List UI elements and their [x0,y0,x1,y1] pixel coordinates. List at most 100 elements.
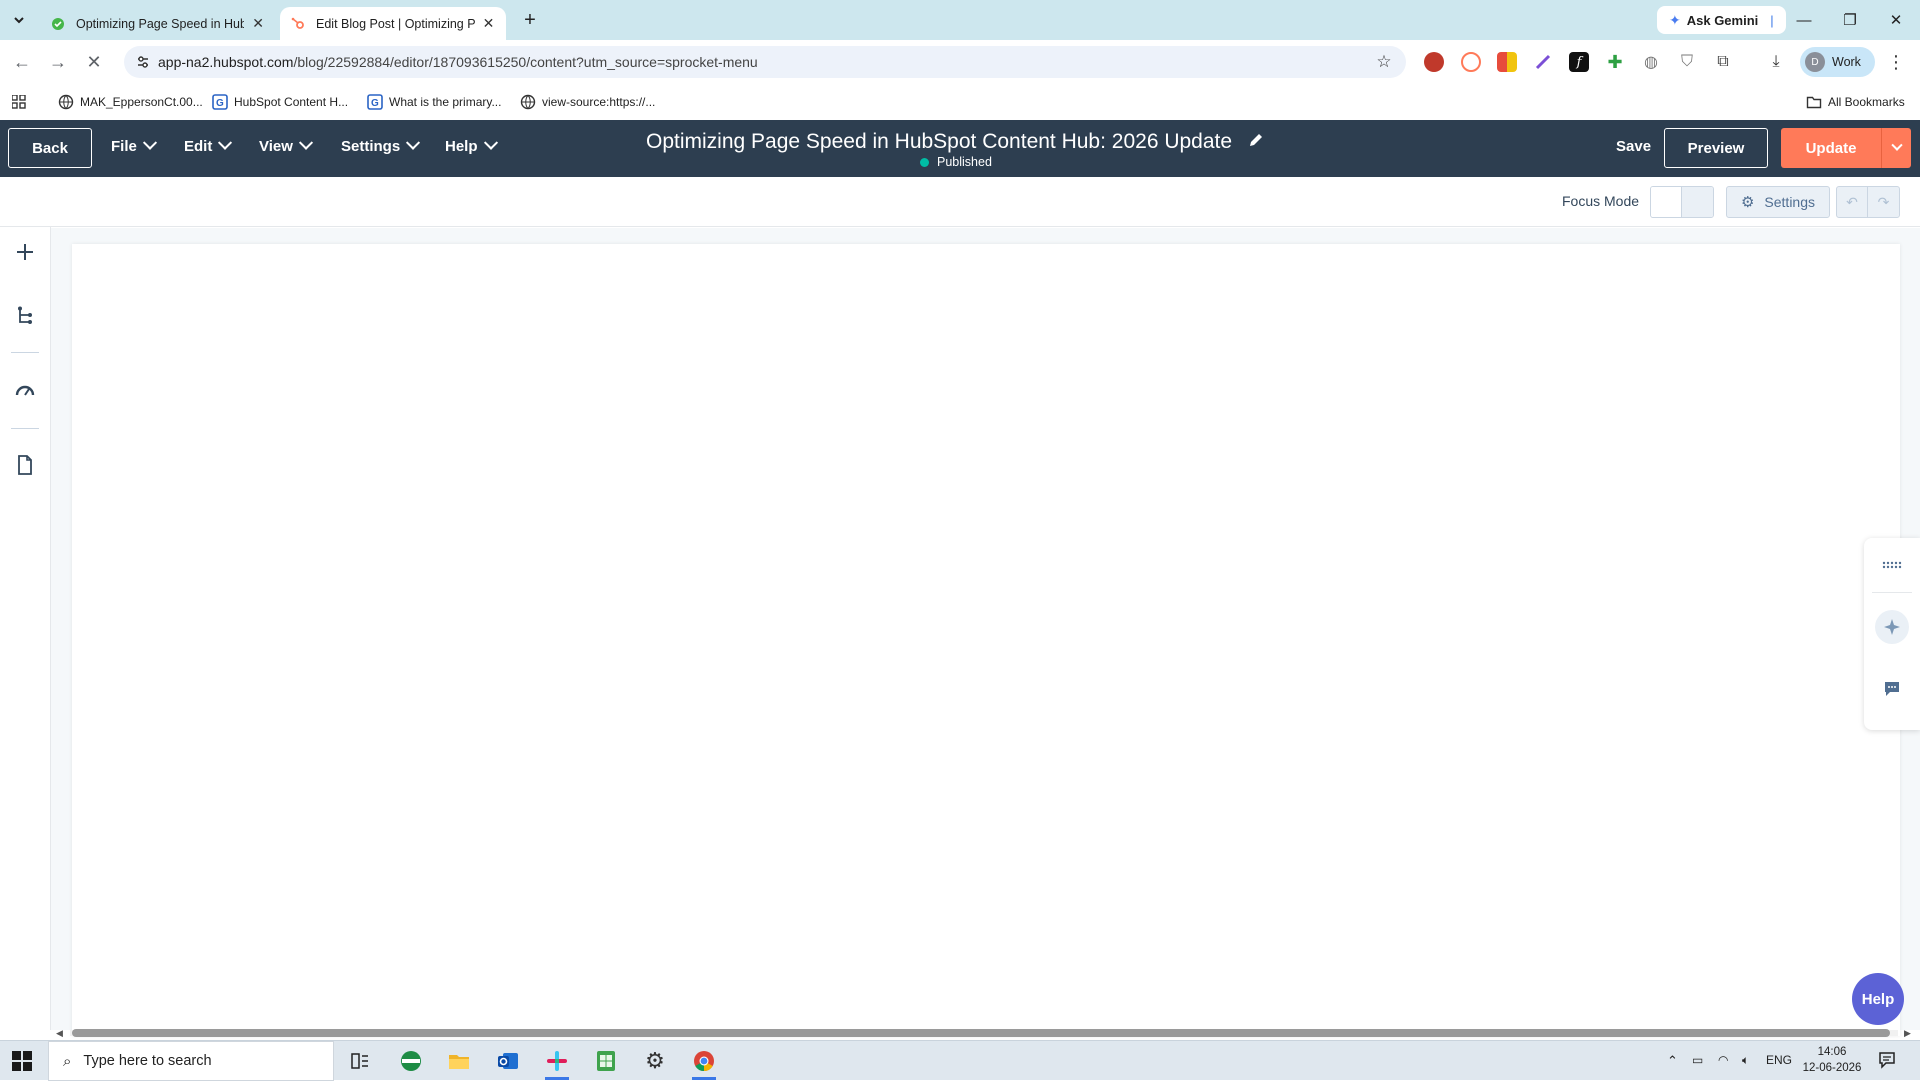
menu-edit[interactable]: Edit [184,135,233,155]
taskbar-search-input[interactable]: ⌕ Type here to search [48,1041,334,1081]
plus-extension-icon[interactable]: ✚ [1605,52,1625,72]
font-extension-icon[interactable]: f [1569,52,1589,72]
windows-start-icon[interactable] [12,1051,32,1071]
tab-title: Optimizing Page Speed in HubSpot Content… [76,16,245,31]
menu-label: Settings [341,138,401,155]
scroll-left-arrow-icon[interactable]: ◀ [56,1028,63,1039]
help-button[interactable]: Help [1852,973,1904,1025]
scrollbar-thumb[interactable] [72,1029,1890,1037]
undo-icon[interactable]: ↶ [1837,187,1869,217]
update-options-button[interactable] [1881,128,1911,168]
hubspot-sprocket-favicon-icon [291,17,304,29]
address-bar[interactable]: app-na2.hubspot.com/blog/22592884/editor… [124,46,1406,78]
edge-browser-icon[interactable] [397,1047,425,1075]
menu-settings[interactable]: Settings [341,135,421,155]
all-bookmarks[interactable]: All Bookmarks [1806,92,1905,112]
bookmark-label: What is the primary... [389,95,502,109]
language-indicator[interactable]: ENG [1766,1053,1792,1067]
comment-icon[interactable] [1880,677,1904,701]
sheets-app-icon[interactable] [592,1047,620,1075]
right-floating-rail [1864,538,1920,730]
scroll-right-arrow-icon[interactable]: ▶ [1904,1028,1911,1039]
bookmark-item[interactable]: view-source:https://... [520,92,655,112]
network-icon[interactable]: ◠ [1718,1053,1728,1067]
edit-title-pencil-icon[interactable] [1248,132,1266,150]
extension-icon[interactable] [1497,52,1517,72]
extension-icon[interactable] [1424,52,1444,72]
stop-loading-icon[interactable]: ✕ [82,50,106,74]
close-tab-icon[interactable]: ✕ [481,15,496,32]
shield-extension-icon[interactable]: ⛉ [1677,52,1697,72]
download-icon[interactable]: ⤓ [1766,52,1786,72]
horizontal-scrollbar[interactable]: ◀ ▶ [56,1028,1912,1038]
focus-mode-toggle[interactable] [1650,186,1714,218]
optimize-speedometer-icon[interactable] [13,378,37,402]
published-dot [920,157,929,167]
tab-search-button[interactable] [7,8,31,32]
file-explorer-icon[interactable] [445,1047,473,1075]
close-window-icon[interactable]: ✕ [1884,8,1908,32]
bookmark-item[interactable]: G What is the primary... [367,92,501,112]
tray-chevron-up-icon[interactable]: ⌃ [1667,1053,1678,1069]
slack-icon[interactable] [543,1047,571,1080]
update-button[interactable]: Update [1781,128,1881,168]
ask-gemini-button[interactable]: ✦ Ask Gemini | [1657,6,1786,34]
browser-tab-strip: Optimizing Page Speed in HubSpot Content… [0,0,1920,40]
battery-icon[interactable]: ▭ [1692,1053,1703,1067]
back-arrow-icon[interactable]: ← [10,50,34,74]
volume-icon[interactable]: 🔈︎ [1742,1053,1749,1068]
menu-label: Edit [184,138,213,155]
redo-icon[interactable]: ↷ [1868,187,1899,217]
globe-extension-icon[interactable]: ◍ [1641,52,1661,72]
chrome-icon[interactable] [690,1047,718,1080]
browser-tab-blog-post[interactable]: Optimizing Page Speed in HubSpot Content… [40,7,276,40]
menu-view[interactable]: View [259,135,313,155]
bookmark-item[interactable]: G HubSpot Content H... [212,92,348,112]
clock[interactable]: 14:06 12-06-2026 [1800,1044,1864,1076]
notifications-icon[interactable] [1878,1051,1896,1072]
task-view-icon[interactable] [346,1047,374,1075]
bookmark-item[interactable]: MAK_EppersonCt.00... [58,92,203,112]
menu-file[interactable]: File [111,135,157,155]
chevron-down-icon [406,135,421,150]
chevron-down-icon [14,17,24,24]
menu-label: View [259,138,293,155]
forward-arrow-icon[interactable]: → [46,50,70,74]
globe-icon [58,94,74,110]
pen-extension-icon[interactable] [1533,52,1553,72]
document-icon[interactable] [13,453,37,477]
profile-button[interactable]: D Work [1800,47,1875,77]
ask-gemini-label: Ask Gemini [1686,12,1759,28]
preview-button[interactable]: Preview [1664,128,1768,168]
drag-handle-icon[interactable] [1880,553,1904,577]
close-tab-icon[interactable]: ✕ [250,15,266,32]
kebab-menu-icon[interactable]: ⋮ [1884,50,1908,74]
outlook-icon[interactable] [494,1047,522,1075]
save-button[interactable]: Save [1616,138,1651,155]
status-label: Published [937,155,992,169]
bookmark-star-icon[interactable]: ☆ [1374,52,1394,72]
new-tab-button[interactable]: + [518,8,542,32]
browser-tab-editor[interactable]: Edit Blog Post | Optimizing Page Speed i… [280,7,506,40]
g-favicon-icon: G [212,94,228,110]
minimize-icon[interactable]: — [1792,8,1816,32]
settings-gear-icon[interactable]: ⚙ [641,1047,669,1075]
back-button[interactable]: Back [8,128,92,168]
bookmark-label: MAK_EppersonCt.00... [80,95,203,109]
browser-toolbar: ← → ✕ app-na2.hubspot.com/blog/22592884/… [0,40,1920,84]
ai-sparkle-icon[interactable] [1875,610,1909,644]
extension-icon[interactable] [1461,52,1481,72]
puzzle-extensions-icon[interactable]: ⧉ [1713,52,1733,72]
preview-canvas[interactable] [72,244,1900,1036]
restore-icon[interactable]: ❐ [1838,8,1862,32]
layers-tree-icon[interactable] [13,304,37,328]
add-module-icon[interactable] [13,240,37,264]
folder-icon [1806,96,1822,109]
site-info-icon[interactable] [132,51,154,73]
settings-button[interactable]: ⚙ Settings [1726,186,1830,218]
apps-grid-icon[interactable] [12,92,26,112]
status-badge: Published [920,155,992,169]
menu-help[interactable]: Help [445,135,498,155]
all-bookmarks-label: All Bookmarks [1828,95,1905,109]
post-title[interactable]: Optimizing Page Speed in HubSpot Content… [646,130,1232,154]
